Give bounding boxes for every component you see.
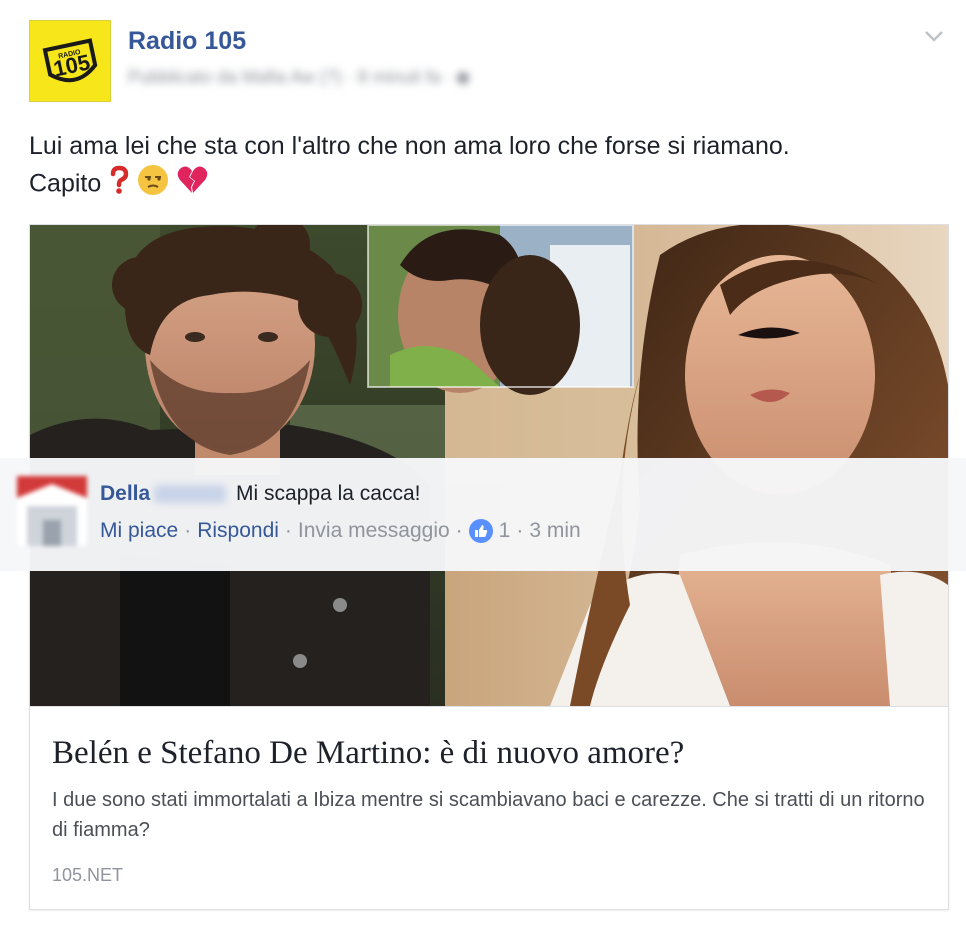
comment-reply-button[interactable]: Rispondi [197, 519, 279, 543]
separator: · [284, 519, 292, 542]
post-message: Lui ama lei che sta con l'altro che non … [29, 128, 929, 206]
like-thumb-icon[interactable] [468, 519, 493, 543]
question-mark-icon [108, 165, 130, 205]
chevron-down-icon[interactable] [920, 22, 948, 50]
separator: · [516, 519, 524, 542]
comment-text: Mi scappa la cacca! [236, 482, 421, 505]
radio-105-logo: 105 RADIO [30, 21, 110, 101]
link-preview-info: Belén e Stefano De Martino: è di nuovo a… [30, 706, 948, 909]
send-message-link[interactable]: Invia messaggio [298, 519, 450, 543]
comment-body: Della Mi scappa la cacca! [100, 482, 420, 506]
separator: · [184, 519, 192, 542]
message-line-2: Capito [29, 164, 929, 206]
commenter-avatar[interactable] [17, 476, 87, 546]
comment-like-button[interactable]: Mi piace [100, 519, 178, 543]
comment-overlay: Della Mi scappa la cacca! Mi piace · Ris… [0, 458, 966, 571]
comment-actions: Mi piace · Rispondi · Invia messaggio · … [100, 519, 581, 543]
page-avatar[interactable]: 105 RADIO [29, 20, 111, 102]
post-meta: Pubblicato da Mafia Aw (?) · 8 minuti fa… [128, 67, 469, 88]
comment-time[interactable]: 3 min [529, 519, 580, 543]
unamused-face-icon [137, 164, 169, 206]
broken-heart-icon [176, 165, 208, 205]
link-preview-domain: 105.NET [52, 865, 124, 885]
comment-author[interactable]: Della [100, 482, 150, 505]
link-preview-description: I due sono stati immortalati a Ibiza men… [52, 789, 925, 841]
page-name-link[interactable]: Radio 105 [128, 27, 246, 56]
facebook-post: 105 RADIO Radio 105 Pubblicato da Mafia … [0, 0, 966, 935]
message-line-1: Lui ama lei che sta con l'altro che non … [29, 132, 790, 160]
like-count: 1 [498, 519, 511, 542]
redacted-surname [154, 485, 227, 504]
link-preview-title[interactable]: Belén e Stefano De Martino: è di nuovo a… [52, 731, 926, 775]
separator: · [455, 519, 463, 542]
